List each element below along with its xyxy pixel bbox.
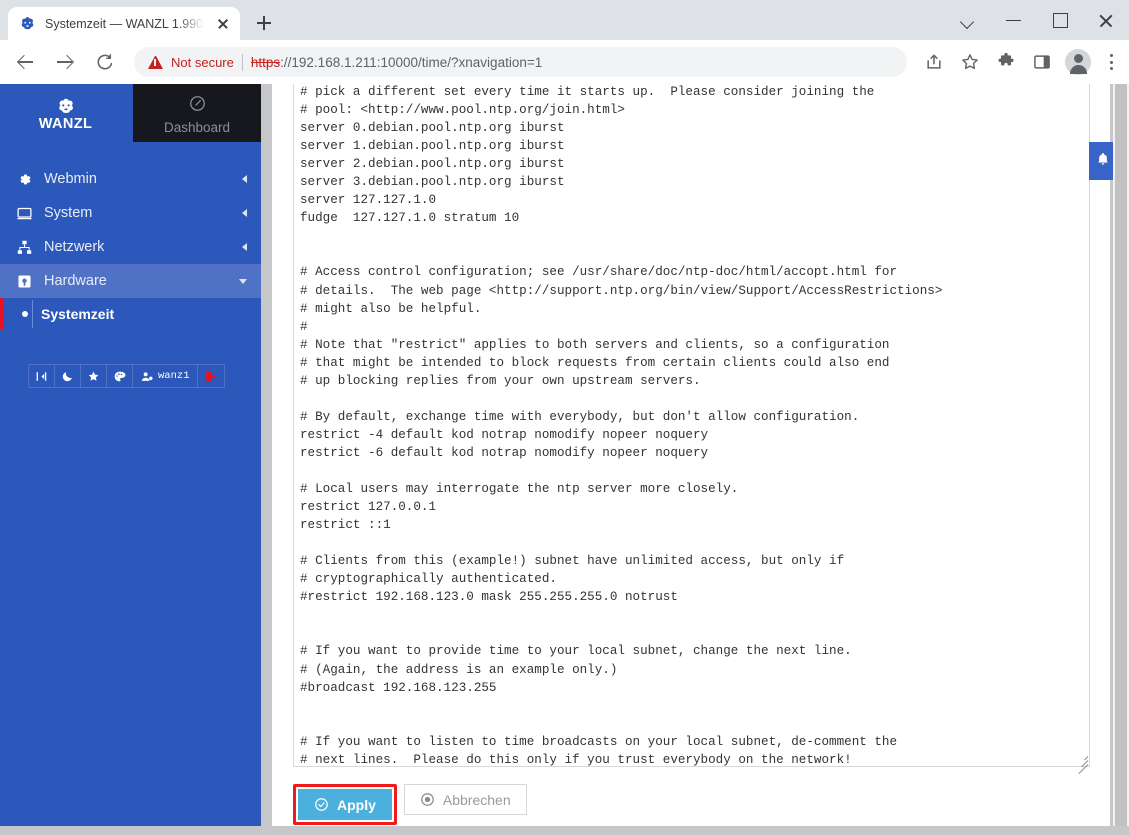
window-controls (945, 0, 1129, 40)
hardware-chip-icon (16, 273, 33, 290)
apply-button[interactable]: Apply (298, 789, 392, 820)
sidebar-item-label: Webmin (44, 171, 97, 187)
tab-title: Systemzeit — WANZL 1.990 auf c (45, 16, 206, 31)
sidebar-item-label: Hardware (44, 273, 107, 289)
network-icon (16, 239, 33, 256)
brand-block[interactable]: WANZL (0, 84, 131, 142)
logout-icon[interactable] (198, 365, 224, 387)
close-tab-icon[interactable] (215, 16, 231, 32)
bookmark-star-icon[interactable] (955, 47, 985, 77)
cancel-circle-icon (420, 792, 435, 807)
url-path: ://192.168.1.211:10000/time/?xnavigation… (280, 54, 543, 70)
collapse-sidebar-icon[interactable] (29, 365, 55, 387)
sidebar-sub-label: Systemzeit (41, 306, 115, 322)
sidebar-item-systemzeit[interactable]: Systemzeit (0, 298, 261, 330)
new-tab-button[interactable] (250, 9, 278, 37)
security-status-label: Not secure (171, 54, 234, 70)
sidebar-item-netzwerk[interactable]: Netzwerk (0, 230, 261, 264)
sidebar-item-system[interactable]: System (0, 196, 261, 230)
cancel-button-label: Abbrechen (442, 791, 511, 808)
reload-button[interactable] (89, 46, 121, 78)
page-scrollbar-track[interactable] (1113, 84, 1129, 835)
sidebar-item-label: System (44, 205, 93, 221)
user-name-label: wanz1 (158, 370, 190, 382)
apply-button-label: Apply (337, 796, 376, 813)
apply-button-highlight: Apply (293, 784, 397, 825)
share-icon[interactable] (919, 47, 949, 77)
sidebar-item-webmin[interactable]: Webmin (0, 162, 261, 196)
chevron-down-icon[interactable] (945, 0, 991, 40)
chrome-menu-icon[interactable] (1099, 47, 1123, 77)
browser-toolbar: Not secure https://192.168.1.211:10000/t… (0, 40, 1129, 84)
extensions-icon[interactable] (991, 47, 1021, 77)
webmin-logo-icon (19, 15, 36, 32)
back-button[interactable] (9, 46, 41, 78)
user-icon (141, 371, 153, 381)
divider (241, 53, 243, 71)
user-account-button[interactable]: wanz1 (133, 365, 198, 387)
chevron-down-icon (239, 278, 247, 284)
dashboard-gauge-icon (188, 94, 207, 118)
forward-button[interactable] (49, 46, 81, 78)
sidebar-item-hardware[interactable]: Hardware (0, 264, 261, 298)
bell-icon (1095, 151, 1111, 172)
monitor-icon (16, 205, 33, 222)
theme-palette-icon[interactable] (107, 365, 133, 387)
textarea-resize-handle[interactable] (1075, 752, 1089, 775)
sidebar-tools: wanz1 (28, 364, 225, 388)
ntp-config-textarea[interactable]: # pick a different set every time it sta… (293, 84, 1090, 767)
sidebar-nav: Webmin System Netzwerk Hardware Systemze… (0, 162, 261, 330)
close-window-button[interactable] (1083, 0, 1129, 40)
tab-strip: Systemzeit — WANZL 1.990 auf c (0, 0, 1129, 40)
config-editor-wrap: # pick a different set every time it sta… (293, 84, 1090, 775)
browser-window: Systemzeit — WANZL 1.990 auf c Not secur… (0, 0, 1129, 835)
cancel-button[interactable]: Abbrechen (403, 784, 527, 815)
page-bottom-edge (0, 826, 1129, 835)
browser-tab[interactable]: Systemzeit — WANZL 1.990 auf c (8, 7, 240, 40)
side-panel-icon[interactable] (1027, 47, 1057, 77)
check-circle-icon (314, 797, 329, 812)
sidebar-item-label: Netzwerk (44, 239, 105, 255)
favorites-star-icon[interactable] (81, 365, 107, 387)
dashboard-label: Dashboard (163, 120, 231, 135)
brand-label: WANZL (38, 116, 93, 132)
webmin-sidebar: WANZL Dashboard Webmin System Netzwerk H… (0, 84, 261, 826)
page-scrollbar-thumb[interactable] (1115, 84, 1127, 826)
dark-mode-moon-icon[interactable] (55, 365, 81, 387)
not-secure-warning-icon (148, 55, 163, 69)
address-bar[interactable]: Not secure https://192.168.1.211:10000/t… (134, 47, 907, 77)
main-content: # pick a different set every time it sta… (272, 84, 1110, 826)
chevron-left-icon (242, 243, 247, 251)
form-buttons: Apply Abbrechen (293, 784, 527, 825)
url-text: https://192.168.1.211:10000/time/?xnavig… (251, 55, 542, 70)
maximize-window-button[interactable] (1037, 0, 1083, 40)
chevron-left-icon (242, 209, 247, 217)
minimize-window-button[interactable] (991, 0, 1037, 40)
chevron-left-icon (242, 175, 247, 183)
gear-icon (16, 171, 33, 188)
profile-avatar[interactable] (1065, 49, 1091, 75)
bullet-icon (22, 311, 28, 317)
webmin-logo-icon (55, 97, 77, 115)
page-viewport: WANZL Dashboard Webmin System Netzwerk H… (0, 84, 1129, 835)
tree-line (32, 300, 33, 328)
url-scheme: https (250, 54, 281, 70)
dashboard-tab[interactable]: Dashboard (131, 84, 261, 142)
sidebar-header: WANZL Dashboard (0, 84, 261, 142)
